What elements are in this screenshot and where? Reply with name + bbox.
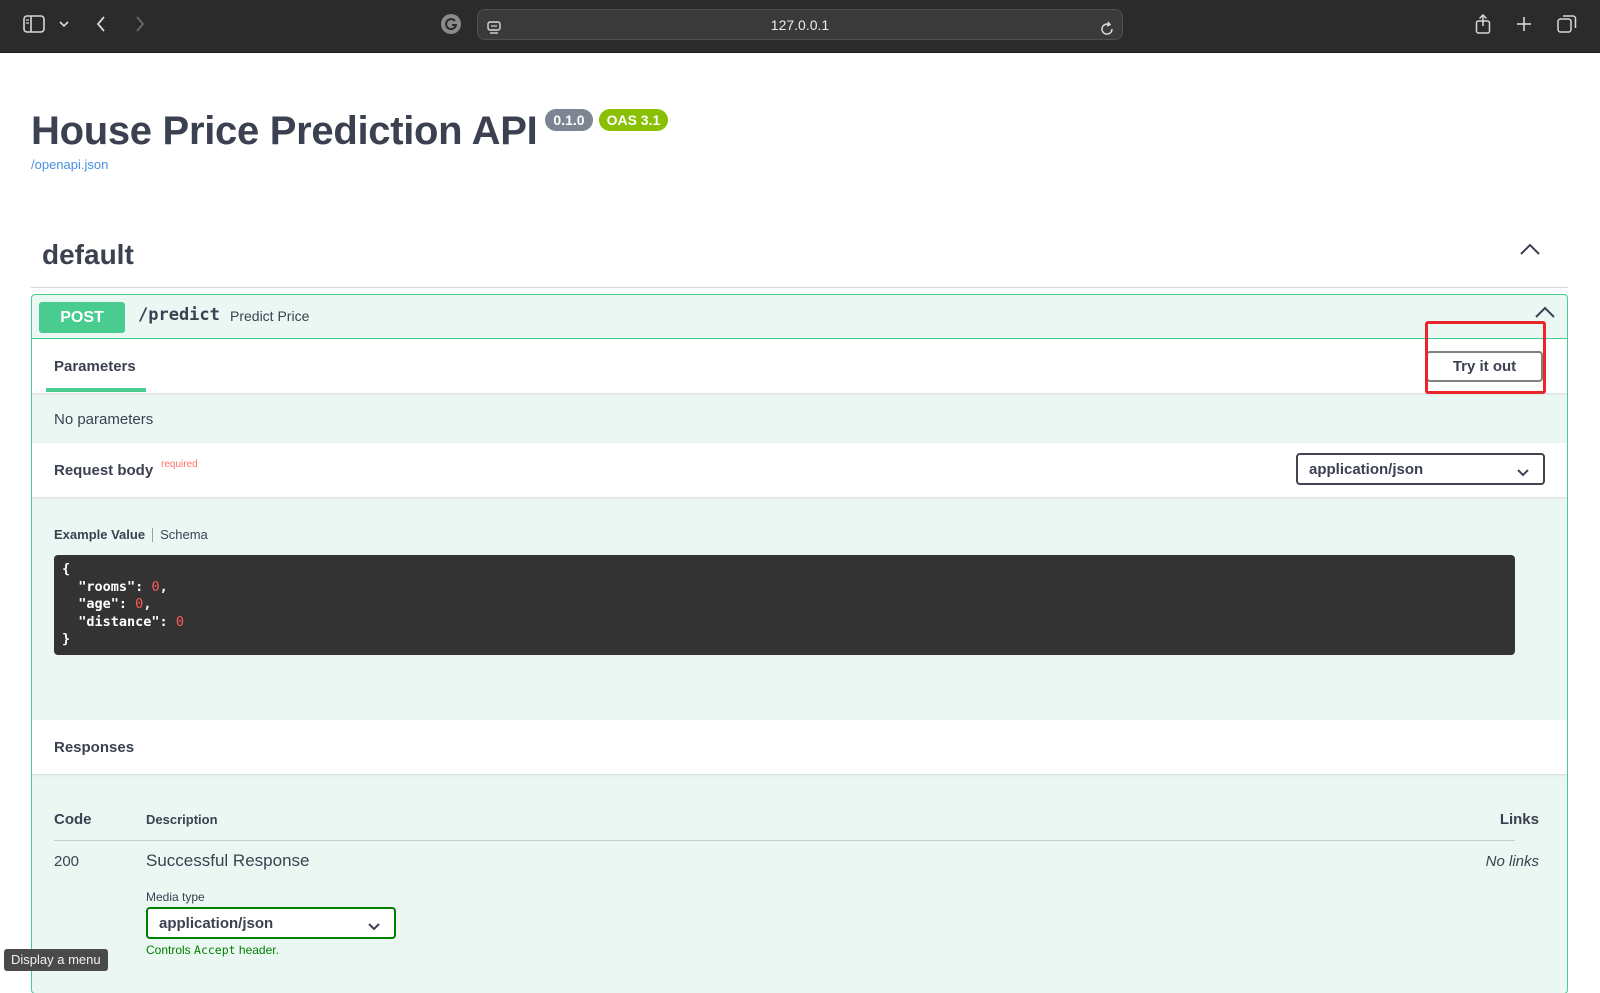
tab-parameters[interactable]: Parameters [54,358,136,375]
responses-header: Responses [32,720,1567,775]
operation-post-predict: POST /predict Predict Price Parameters T… [31,294,1568,993]
try-it-out-button[interactable]: Try it out [1426,351,1543,382]
tab-example-value[interactable]: Example Value [54,527,145,542]
response-description: Successful Response [146,851,310,870]
column-header-code: Code [54,811,92,828]
tag-section-default[interactable]: default [31,230,1568,288]
required-label: required [161,459,198,470]
controls-accept-note: Controls Accept header. [146,943,279,957]
share-icon[interactable] [1474,11,1492,37]
code-key-age: "age" [78,596,119,612]
chevron-up-icon[interactable] [1520,242,1540,260]
tab-overview-icon[interactable] [1556,11,1578,37]
column-header-description: Description [146,812,218,827]
request-content-type-select[interactable]: application/json [1296,453,1545,485]
response-media-type-select[interactable]: application/json [146,907,396,939]
openapi-json-link[interactable]: /openapi.json [31,157,108,172]
code-key-rooms: "rooms" [78,578,136,595]
code-value-age: 0 [135,596,144,612]
response-links: No links [1485,853,1539,870]
tab-underline [46,388,146,392]
table-divider [54,840,1515,841]
grammarly-icon[interactable] [440,11,462,37]
select-value: application/json [1309,460,1424,478]
reload-icon[interactable] [1098,15,1116,41]
column-header-links: Links [1499,811,1539,828]
address-bar[interactable]: 127.0.0.1 [477,9,1123,40]
api-info: House Price Prediction API 0.1.0 OAS 3.1 [31,106,669,156]
code-value-rooms: 0 [151,578,160,595]
request-body-header: Request body required application/json [32,443,1567,498]
page-title: House Price Prediction API [31,109,538,153]
display-menu-tooltip: Display a menu [4,949,108,971]
responses-title: Responses [54,739,135,756]
parameters-header: Parameters Try it out [32,339,1567,394]
oas-badge: OAS 3.1 [598,109,669,131]
operation-summary[interactable]: POST /predict Predict Price [32,295,1567,339]
method-badge: POST [39,302,125,333]
media-type-label: Media type [146,890,205,904]
code-brace: } [62,631,71,647]
code-key-distance: "distance" [78,613,160,630]
example-code-block[interactable]: { "rooms": 0, "age": 0, "distance": 0 } [54,555,1515,655]
tab-schema[interactable]: Schema [160,527,208,542]
example-tabs: Example Value Schema [54,527,208,542]
chevron-down-icon [368,918,380,935]
url-text: 127.0.0.1 [770,17,830,33]
response-code: 200 [54,853,80,870]
back-icon[interactable] [93,11,109,37]
version-badge: 0.1.0 [545,109,593,131]
chevron-down-icon[interactable] [57,11,71,37]
operation-path: /predict [138,305,220,325]
sidebar-toggle-icon[interactable] [22,11,46,37]
chevron-down-icon [1517,464,1529,481]
tag-title: default [42,239,134,270]
operation-description: Predict Price [230,308,310,324]
new-tab-icon[interactable] [1515,11,1533,37]
select-value: application/json [159,914,274,932]
code-value-distance: 0 [175,613,184,630]
forward-icon[interactable] [132,11,148,37]
chevron-up-icon[interactable] [1535,305,1555,323]
request-body-title: Request body [54,462,154,479]
tab-separator [152,527,154,542]
no-parameters-text: No parameters [54,411,154,428]
code-brace: { [62,561,71,577]
browser-toolbar: 127.0.0.1 [0,0,1600,53]
